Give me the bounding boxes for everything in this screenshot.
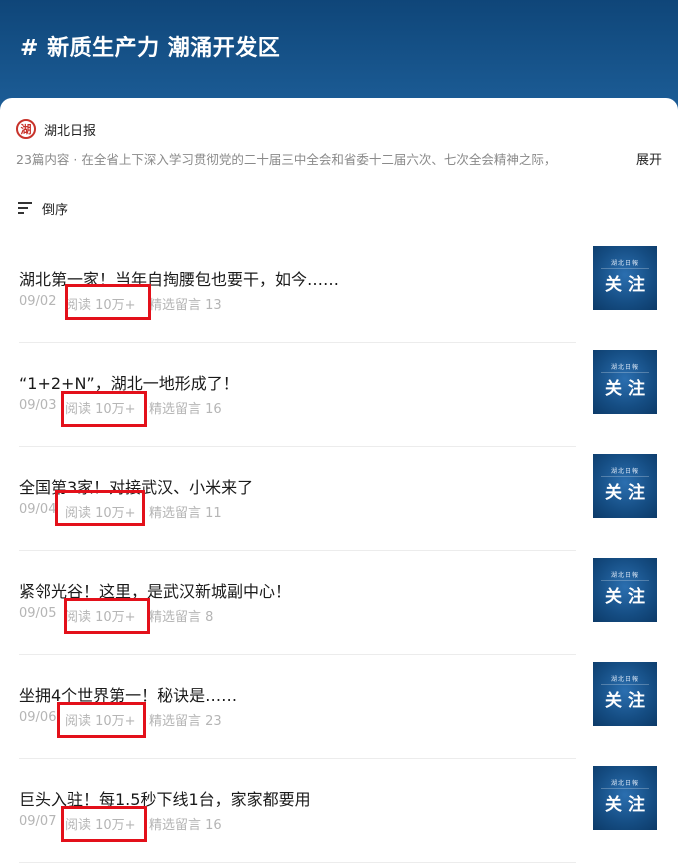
source-name: 湖北日报 bbox=[44, 123, 97, 139]
thumb-masthead: 湖北日報 bbox=[610, 780, 639, 787]
highlight-box bbox=[65, 284, 151, 320]
sort-toggle[interactable]: 倒序 bbox=[18, 198, 68, 218]
article-thumbnail[interactable]: 湖北日報 关注 bbox=[593, 454, 657, 518]
thumb-divider bbox=[601, 372, 649, 373]
divider bbox=[19, 654, 576, 655]
thumb-masthead: 湖北日報 bbox=[610, 676, 639, 683]
divider bbox=[19, 862, 576, 863]
highlight-box bbox=[57, 702, 146, 738]
thumb-label: 关注 bbox=[605, 379, 651, 399]
comment-count: 精选留言 8 bbox=[149, 610, 214, 625]
highlight-box bbox=[64, 598, 150, 634]
comment-count: 精选留言 23 bbox=[149, 714, 222, 729]
sort-descending-icon bbox=[18, 202, 32, 214]
thumb-masthead: 湖北日報 bbox=[610, 572, 639, 579]
divider bbox=[19, 446, 576, 447]
highlight-box bbox=[55, 490, 145, 526]
thumb-label: 关注 bbox=[605, 691, 651, 711]
thumb-divider bbox=[601, 268, 649, 269]
expand-button[interactable]: 展开 bbox=[636, 149, 662, 168]
thumb-label: 关注 bbox=[605, 483, 651, 503]
comment-count: 精选留言 11 bbox=[149, 506, 222, 521]
newspaper-logo-icon: 湖 bbox=[16, 119, 36, 139]
thumb-label: 关注 bbox=[605, 275, 651, 295]
topic-title: # 新质生产力 潮涌开发区 bbox=[20, 36, 281, 61]
thumb-divider bbox=[601, 684, 649, 685]
thumb-masthead: 湖北日報 bbox=[610, 468, 639, 475]
thumb-divider bbox=[601, 580, 649, 581]
thumb-label: 关注 bbox=[605, 795, 651, 815]
article-date: 09/03 bbox=[19, 398, 57, 413]
source-account[interactable]: 湖 湖北日报 bbox=[16, 118, 96, 140]
article-thumbnail[interactable]: 湖北日報 关注 bbox=[593, 350, 657, 414]
thumb-label: 关注 bbox=[605, 587, 651, 607]
article-thumbnail[interactable]: 湖北日報 关注 bbox=[593, 662, 657, 726]
article-title[interactable]: 紧邻光谷！这里，是武汉新城副中心！ bbox=[19, 578, 291, 602]
comment-count: 精选留言 16 bbox=[149, 402, 222, 417]
divider bbox=[19, 550, 576, 551]
highlight-box bbox=[61, 391, 147, 427]
article-thumbnail[interactable]: 湖北日報 关注 bbox=[593, 246, 657, 310]
comment-count: 精选留言 13 bbox=[149, 298, 222, 313]
article-date: 09/05 bbox=[19, 606, 57, 621]
divider bbox=[19, 758, 576, 759]
article-thumbnail[interactable]: 湖北日報 关注 bbox=[593, 558, 657, 622]
sort-label: 倒序 bbox=[42, 202, 69, 218]
article-thumbnail[interactable]: 湖北日報 关注 bbox=[593, 766, 657, 830]
article-date: 09/02 bbox=[19, 294, 57, 309]
highlight-box bbox=[61, 806, 147, 842]
description-text: 23篇内容 · 在全省上下深入学习贯彻党的二十届三中全会和省委十二届六次、七次全… bbox=[16, 151, 557, 167]
article-date: 09/07 bbox=[19, 814, 57, 829]
comment-count: 精选留言 16 bbox=[149, 818, 222, 833]
thumb-masthead: 湖北日報 bbox=[610, 260, 639, 267]
thumb-divider bbox=[601, 476, 649, 477]
topic-description: 23篇内容 · 在全省上下深入学习贯彻党的二十届三中全会和省委十二届六次、七次全… bbox=[16, 148, 662, 168]
thumb-divider bbox=[601, 788, 649, 789]
divider bbox=[19, 342, 576, 343]
thumb-masthead: 湖北日報 bbox=[610, 364, 639, 371]
page-header: # 新质生产力 潮涌开发区 bbox=[0, 0, 678, 110]
content-card: 湖 湖北日报 23篇内容 · 在全省上下深入学习贯彻党的二十届三中全会和省委十二… bbox=[0, 98, 678, 868]
